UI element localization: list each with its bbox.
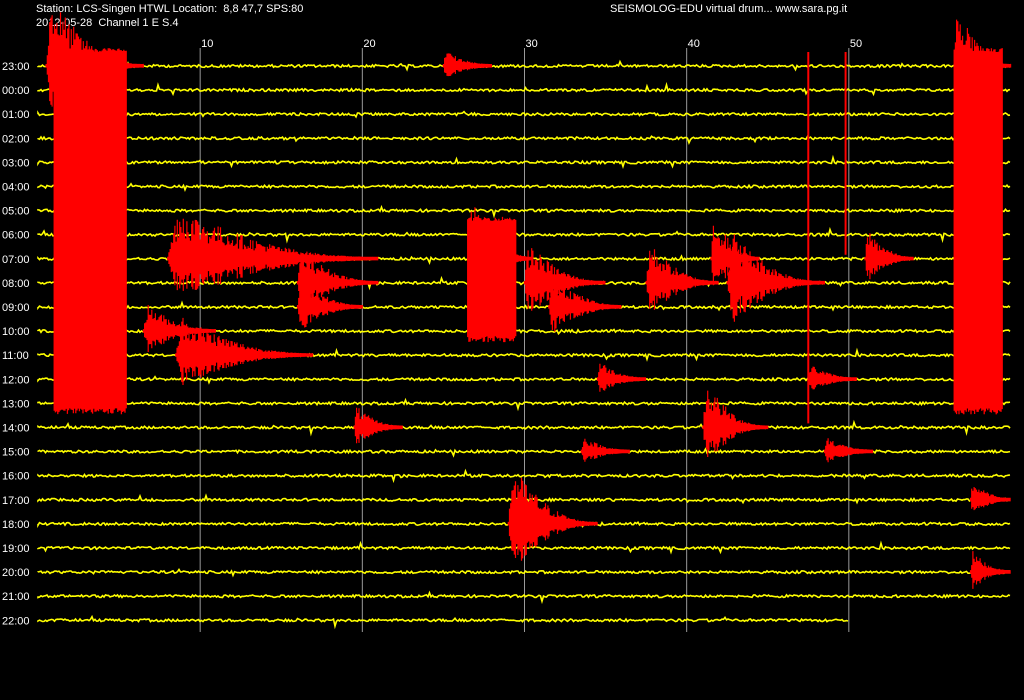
row-label-0900: 09:00 — [2, 302, 30, 314]
row-label-2000: 20:00 — [2, 567, 30, 579]
row-label-0100: 01:00 — [2, 109, 30, 121]
seismogram-drum-chart: 10 20 30 40 50 23:00 00:00 01:00 02:00 03:00 04:00… — [2, 12, 1012, 632]
row-label-1000: 10:00 — [2, 326, 30, 338]
row-label-1600: 16:00 — [2, 471, 30, 483]
saturated-block-1 — [953, 48, 1003, 415]
event-2000-23 — [969, 551, 1011, 589]
row-label-1400: 14:00 — [2, 423, 30, 435]
row-label-0800: 08:00 — [2, 278, 30, 290]
row-label-1100: 11:00 — [2, 350, 29, 362]
x-tick-label-10: 10 — [201, 38, 213, 50]
event-1400-17 — [353, 407, 403, 444]
event-1700-21 — [969, 487, 1011, 511]
row-label-0500: 05:00 — [2, 206, 30, 218]
row-label-2300: 23:00 — [2, 61, 30, 73]
row-label-0600: 06:00 — [2, 230, 30, 242]
row-label-0000: 00:00 — [2, 85, 30, 97]
event-1400-18 — [702, 390, 769, 457]
event-1200-15 — [596, 363, 647, 392]
row-label-0700: 07:00 — [2, 254, 30, 266]
row-label-0200: 02:00 — [2, 133, 30, 145]
row-label-1900: 19:00 — [2, 543, 30, 555]
x-tick-label-30: 30 — [526, 38, 538, 50]
row-label-2200: 22:00 — [2, 615, 30, 627]
row-label-1300: 13:00 — [2, 398, 30, 410]
row-label-0400: 04:00 — [2, 182, 30, 194]
trace-2200 — [37, 614, 849, 630]
event-0800-10 — [726, 234, 825, 322]
x-tick-label-50: 50 — [850, 38, 862, 50]
row-label-1200: 12:00 — [2, 374, 30, 386]
row-label-1700: 17:00 — [2, 495, 30, 507]
row-label-1800: 18:00 — [2, 519, 30, 531]
row-label-2100: 21:00 — [2, 591, 30, 603]
row-label-0300: 03:00 — [2, 157, 30, 169]
x-tick-label-40: 40 — [688, 38, 700, 50]
x-tick-label-20: 20 — [363, 38, 375, 50]
event-2300-1 — [442, 53, 492, 77]
event-0700-6 — [864, 233, 914, 280]
row-label-1500: 15:00 — [2, 447, 30, 459]
event-1500-19 — [580, 438, 630, 462]
